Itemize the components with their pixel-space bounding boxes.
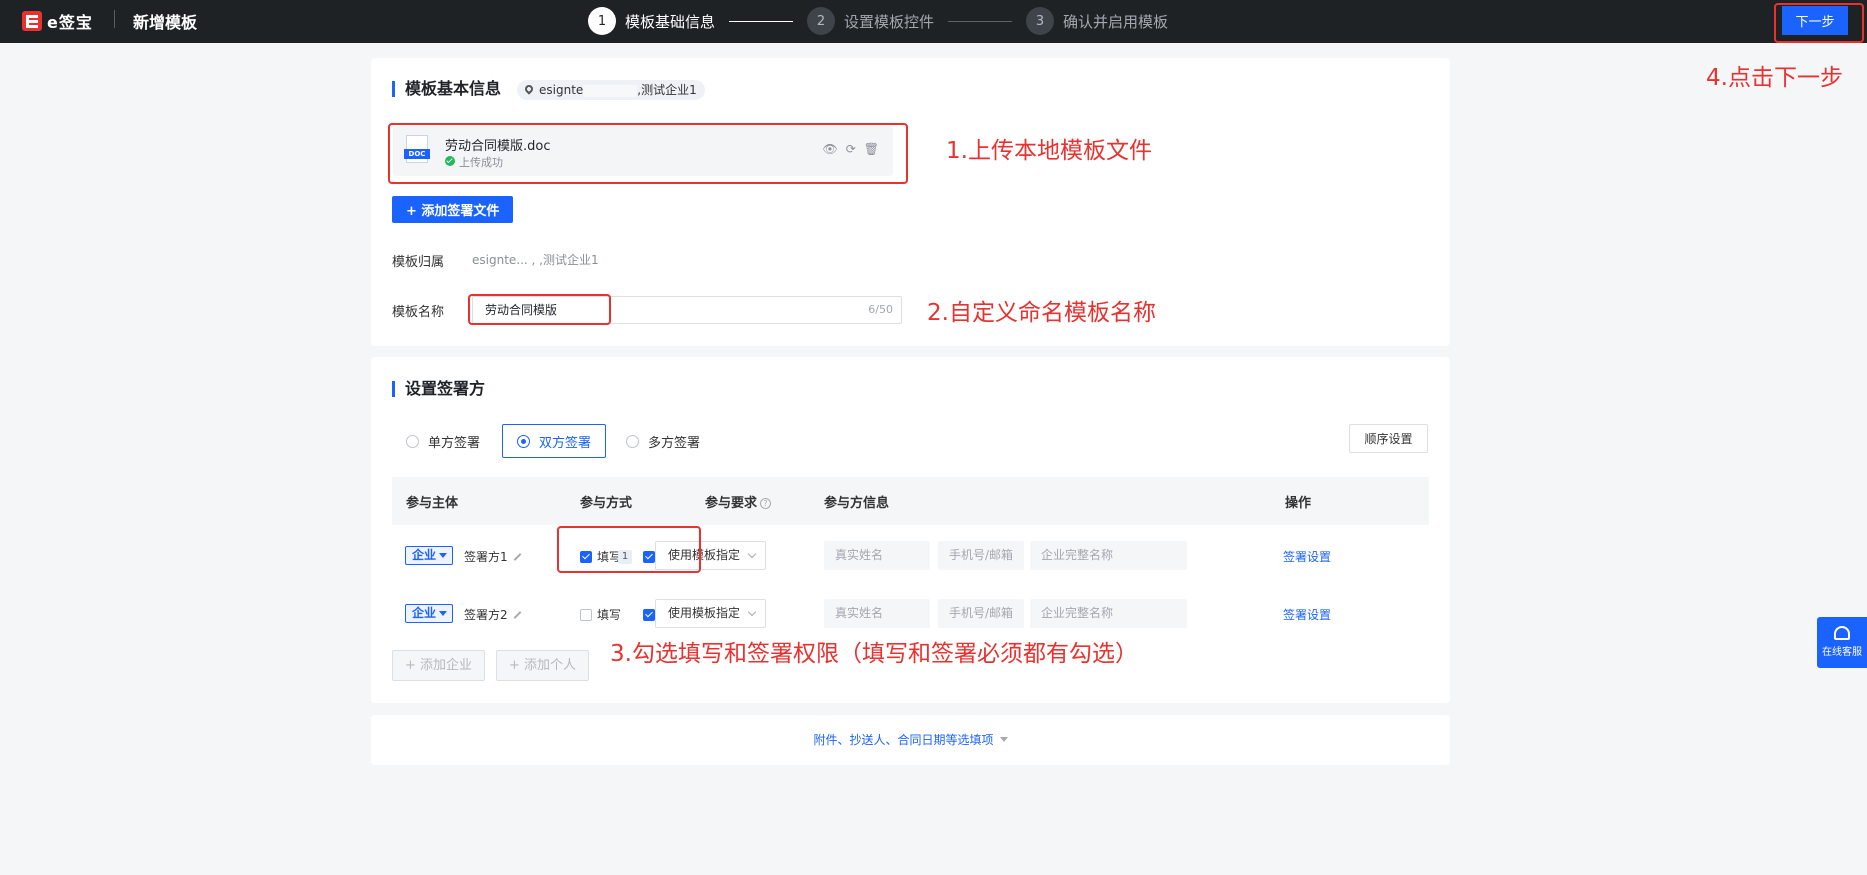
step-indicator: 1 模板基础信息 2 设置模板控件 3 确认并启用模板 [588,5,1168,37]
optional-items-toggle[interactable]: 附件、抄送人、合同日期等选填项 [371,731,1450,748]
mode-multi[interactable]: 多方签署 [626,424,700,458]
mode-single[interactable]: 单方签署 [406,424,480,458]
header-subject: 参与主体 [406,496,459,511]
topbar-divider [114,10,115,28]
step-label: 模板基础信息 [625,12,716,31]
party-type-select[interactable]: 企业 [405,604,453,623]
char-counter: 6/50 [868,303,893,316]
annotation-permissions: 3.勾选填写和签署权限（填写和签署必须都有勾选） [610,641,1138,667]
phone-email-input[interactable]: 手机号/邮箱 [938,541,1024,570]
online-support-widget[interactable]: 在线客服 [1817,617,1867,668]
logo-mark-icon [22,11,42,31]
step-label: 确认并启用模板 [1063,12,1169,31]
redaction-blur [583,84,638,97]
party-name-text: 签署方1 [464,550,508,564]
checkbox-checked-icon [643,608,655,621]
annotation-box-name [468,294,611,325]
edit-pencil-icon[interactable] [513,553,522,561]
checkbox-unchecked-icon [580,608,592,621]
mode-label: 双方签署 [539,435,592,451]
mode-dual[interactable]: 双方签署 [502,424,607,458]
online-support-label: 在线客服 [1822,647,1862,658]
owner-tag-prefix: esignte [539,83,584,97]
mode-label: 单方签署 [428,435,481,451]
phone-email-input[interactable]: 手机号/邮箱 [938,599,1024,628]
company-name-input[interactable]: 企业完整名称 [1030,541,1187,570]
requirement-select[interactable]: 使用模板指定 [655,599,766,628]
header-method: 参与方式 [580,496,633,511]
annotation-box-upload [388,123,908,184]
sign-settings-link[interactable]: 签署设置 [1283,606,1331,623]
step-1: 1 模板基础信息 [588,7,715,35]
add-person-button[interactable]: + 添加个人 [496,650,590,681]
owner-label: 模板归属 [392,255,445,270]
annotation-box-permissions [557,526,701,573]
optional-items-label: 附件、抄送人、合同日期等选填项 [813,733,994,747]
fill-checkbox[interactable]: 填写 [580,606,621,623]
signer-table-header: 参与主体 参与方式 参与要求? 参与方信息 操作 [392,477,1429,525]
radio-icon [406,434,419,448]
help-icon[interactable]: ? [760,498,772,509]
optional-items-card: 附件、抄送人、合同日期等选填项 [371,715,1450,765]
party-type-select[interactable]: 企业 [405,546,453,565]
radio-icon [626,434,639,448]
template-name-label: 模板名称 [392,305,445,320]
section-title-basic-info: 模板基本信息 [392,81,501,97]
add-sign-file-button[interactable]: + 添加签署文件 [392,196,514,223]
caret-down-icon [999,737,1008,746]
header-info: 参与方信息 [824,496,890,511]
step-3: 3 确认并启用模板 [1026,7,1168,35]
owner-tag: esignte ,测试企业1 [517,80,705,100]
mode-label: 多方签署 [648,435,701,451]
party-name: 签署方2 [464,606,522,623]
step-2: 2 设置模板控件 [807,7,934,35]
step-number: 3 [1026,7,1055,35]
radio-checked-icon [517,434,530,448]
fill-label: 填写 [597,608,622,622]
sign-settings-link[interactable]: 签署设置 [1283,548,1331,565]
signer-row-1: 企业 签署方1 填写 1 签署 使用模板指定 真实姓名 手机号/邮箱 企业完整名… [392,533,1429,577]
party-name: 签署方1 [464,548,522,565]
location-pin-icon [523,83,535,95]
logo: e签宝 [22,9,93,33]
annotation-upload: 1.上传本地模板文件 [946,138,1152,164]
owner-value: esignte... , ,测试企业1 [472,253,599,267]
signer-row-2: 企业 签署方2 填写 签署 使用模板指定 真实姓名 手机号/邮箱 企业完整名称 … [392,591,1429,635]
step-label: 设置模板控件 [844,12,935,31]
step-connector [948,20,1013,22]
page-title: 新增模板 [133,13,198,32]
owner-tag-suffix: ,测试企业1 [637,83,697,97]
order-settings-button[interactable]: 顺序设置 [1349,424,1428,453]
top-bar: e签宝 新增模板 1 模板基础信息 2 设置模板控件 3 确认并启用模板 下一步 [0,0,1867,43]
company-name-input[interactable]: 企业完整名称 [1030,599,1187,628]
header-requirement-text: 参与要求 [705,496,758,511]
header-requirement: 参与要求? [705,492,772,511]
annotation-box-next [1774,3,1864,43]
step-number: 1 [588,7,616,35]
step-connector [729,20,794,22]
headset-icon [1834,626,1850,640]
edit-pencil-icon[interactable] [513,611,522,619]
real-name-input[interactable]: 真实姓名 [824,599,930,628]
annotation-next-step: 4.点击下一步 [1706,65,1843,91]
logo-text: e签宝 [47,13,93,32]
section-title-signers: 设置签署方 [392,381,485,397]
add-company-button[interactable]: + 添加企业 [392,650,486,681]
party-name-text: 签署方2 [464,608,508,622]
header-operation: 操作 [1285,496,1312,511]
annotation-name: 2.自定义命名模板名称 [927,300,1156,326]
step-number: 2 [807,7,836,35]
real-name-input[interactable]: 真实姓名 [824,541,930,570]
